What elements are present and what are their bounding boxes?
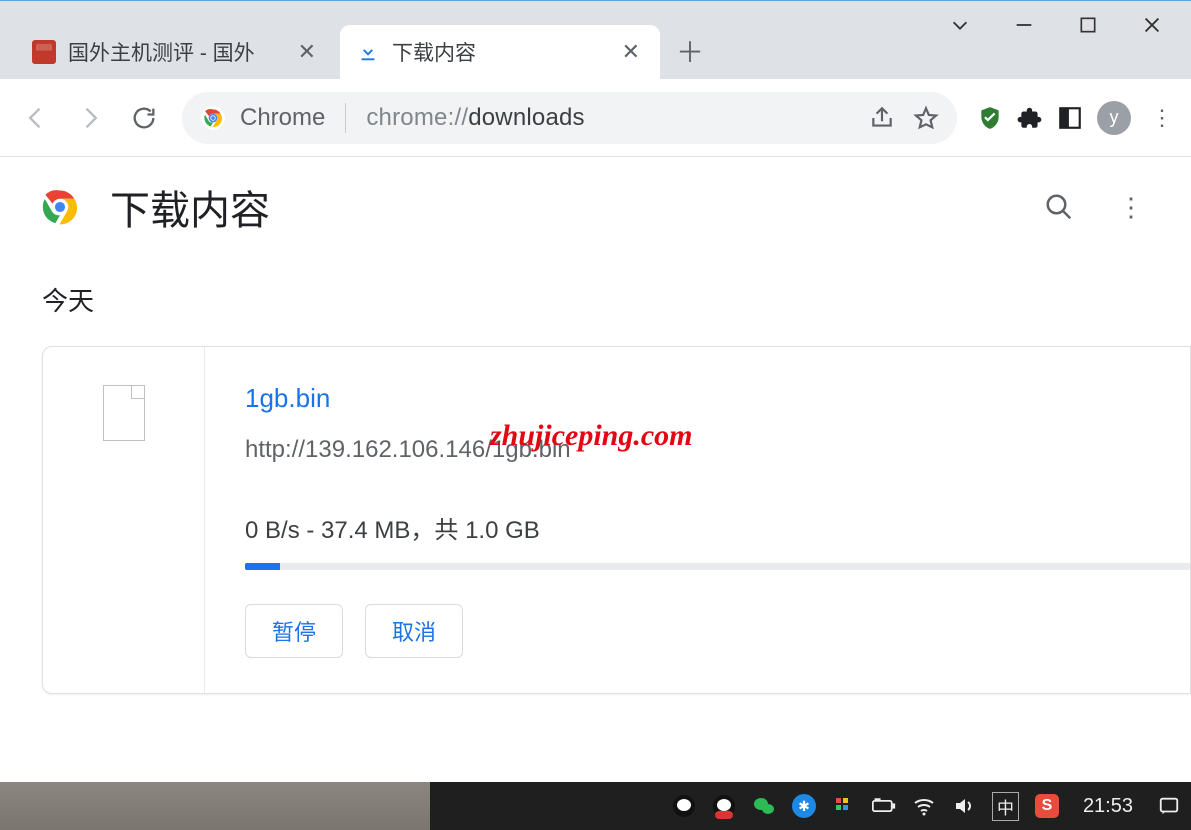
pause-button[interactable]: 暂停 bbox=[245, 604, 343, 658]
tab-list: 国外主机测评 - 国外 ✕ 下载内容 ✕ ＋ bbox=[0, 1, 710, 79]
maximize-button[interactable] bbox=[1065, 9, 1111, 41]
taskbar-left-blur bbox=[0, 782, 430, 830]
omnibox-separator bbox=[345, 103, 346, 133]
download-status: 0 B/s - 37.4 MB，共 1.0 GB bbox=[245, 510, 1190, 545]
tab-label: 下载内容 bbox=[392, 37, 606, 67]
browser-tabstrip: 国外主机测评 - 国外 ✕ 下载内容 ✕ ＋ bbox=[0, 1, 1191, 79]
close-window-button[interactable] bbox=[1129, 9, 1175, 41]
download-icon bbox=[356, 40, 380, 64]
extensions-puzzle-icon[interactable] bbox=[1017, 105, 1043, 131]
extensions-area: y ⋮ bbox=[977, 101, 1179, 135]
downloads-content: 今天 1gb.bin http://139.162.106.146/1gb.bi… bbox=[0, 257, 1191, 694]
reload-button[interactable] bbox=[120, 94, 168, 142]
profile-avatar[interactable]: y bbox=[1097, 101, 1131, 135]
download-file-name[interactable]: 1gb.bin bbox=[245, 383, 330, 414]
file-icon bbox=[103, 385, 145, 441]
close-tab-icon[interactable]: ✕ bbox=[294, 35, 320, 69]
notifications-icon[interactable] bbox=[1157, 794, 1181, 818]
page-title: 下载内容 bbox=[110, 178, 270, 236]
adblock-shield-icon[interactable] bbox=[977, 105, 1003, 131]
new-tab-button[interactable]: ＋ bbox=[670, 31, 710, 71]
wifi-icon[interactable] bbox=[912, 794, 936, 818]
omnibox-actions bbox=[869, 105, 939, 131]
close-tab-icon[interactable]: ✕ bbox=[618, 35, 644, 69]
qq-penguin-color-icon[interactable] bbox=[712, 794, 736, 818]
download-actions: 暂停 取消 bbox=[245, 604, 1190, 658]
bluetooth-icon[interactable]: ✱ bbox=[792, 794, 816, 818]
chrome-logo-icon bbox=[38, 185, 82, 229]
tab-active-downloads[interactable]: 下载内容 ✕ bbox=[340, 25, 660, 79]
minimize-button[interactable] bbox=[1001, 9, 1047, 41]
search-icon[interactable] bbox=[1037, 185, 1081, 229]
tray-app-icon[interactable] bbox=[832, 794, 856, 818]
omnibox-chrome-label: Chrome bbox=[240, 104, 325, 132]
wechat-icon[interactable] bbox=[752, 794, 776, 818]
windows-taskbar: ✱ 中 S 21:53 bbox=[0, 782, 1191, 830]
omnibox-url: chrome://downloads bbox=[366, 104, 584, 132]
more-menu-icon[interactable]: ⋮ bbox=[1109, 185, 1153, 229]
favicon-site bbox=[32, 40, 56, 64]
downloads-page-header: 下载内容 ⋮ bbox=[0, 157, 1191, 257]
date-section-label: 今天 bbox=[42, 281, 1191, 318]
window-controls bbox=[937, 1, 1191, 41]
volume-icon[interactable] bbox=[952, 794, 976, 818]
tab-label: 国外主机测评 - 国外 bbox=[68, 37, 282, 67]
back-button[interactable] bbox=[12, 94, 60, 142]
battery-icon[interactable] bbox=[872, 794, 896, 818]
download-progress-bar bbox=[245, 563, 1190, 570]
download-item-card: 1gb.bin http://139.162.106.146/1gb.bin 0… bbox=[42, 346, 1191, 694]
download-item-body: 1gb.bin http://139.162.106.146/1gb.bin 0… bbox=[205, 347, 1190, 693]
forward-button[interactable] bbox=[66, 94, 114, 142]
sogou-ime-icon[interactable]: S bbox=[1035, 794, 1059, 818]
download-item-thumb bbox=[43, 347, 205, 693]
bookmark-star-icon[interactable] bbox=[913, 105, 939, 131]
ime-indicator[interactable]: 中 bbox=[992, 792, 1019, 821]
download-file-url: http://139.162.106.146/1gb.bin bbox=[245, 436, 1190, 464]
chrome-menu-icon[interactable]: ⋮ bbox=[1145, 105, 1179, 131]
browser-toolbar: Chrome chrome://downloads y ⋮ bbox=[0, 79, 1191, 157]
tab-background[interactable]: 国外主机测评 - 国外 ✕ bbox=[16, 25, 336, 79]
share-icon[interactable] bbox=[869, 105, 895, 131]
panel-toggle-icon[interactable] bbox=[1057, 105, 1083, 131]
qq-penguin-icon[interactable] bbox=[672, 794, 696, 818]
taskbar-clock[interactable]: 21:53 bbox=[1083, 795, 1133, 818]
chevron-down-icon[interactable] bbox=[937, 9, 983, 41]
cancel-button[interactable]: 取消 bbox=[365, 604, 463, 658]
chrome-logo-icon bbox=[200, 105, 226, 131]
address-bar[interactable]: Chrome chrome://downloads bbox=[182, 92, 957, 144]
system-tray: ✱ 中 S 21:53 bbox=[672, 792, 1181, 821]
